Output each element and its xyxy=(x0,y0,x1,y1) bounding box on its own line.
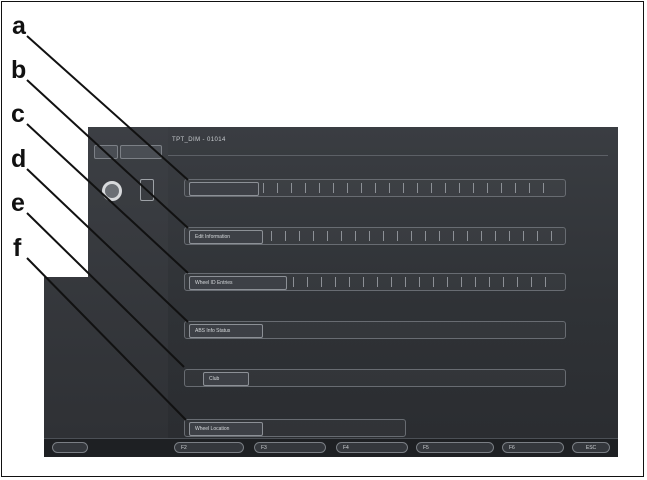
callout-line-d xyxy=(26,168,189,323)
callout-line-b xyxy=(26,79,189,229)
callout-line-f xyxy=(26,257,187,421)
callout-line-e xyxy=(26,212,185,368)
callout-line-c xyxy=(26,123,189,274)
callout-line-a xyxy=(26,35,189,181)
callout-lines xyxy=(26,35,189,421)
